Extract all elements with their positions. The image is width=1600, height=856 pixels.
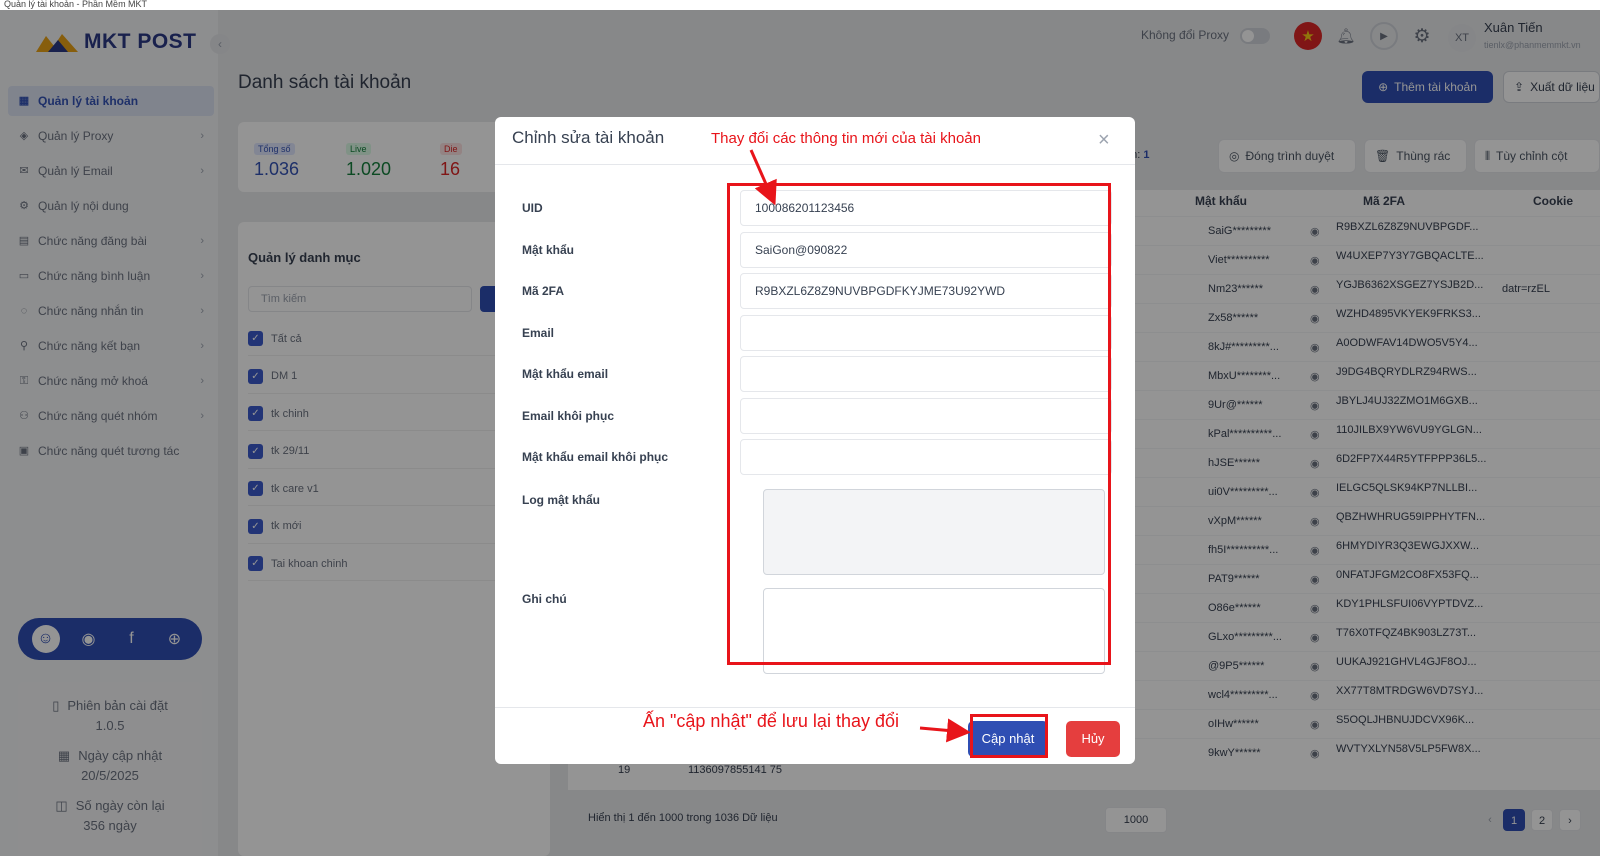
annotation-arrow-bottom (919, 718, 971, 743)
annotation-arrows (749, 149, 971, 743)
annotation-arrow-top (749, 149, 777, 206)
